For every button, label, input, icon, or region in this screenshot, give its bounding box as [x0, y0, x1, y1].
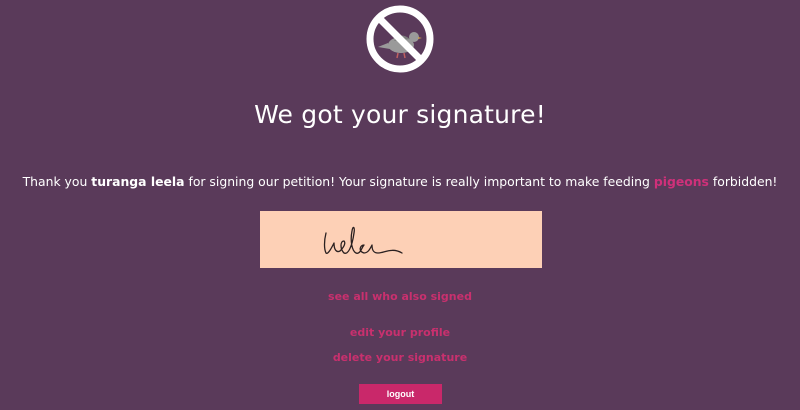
delete-signature-link[interactable]: delete your signature: [0, 351, 800, 364]
thanks-suffix: forbidden!: [708, 174, 778, 189]
logout-button[interactable]: logout: [359, 384, 442, 404]
pigeons-highlight: pigeons: [653, 174, 709, 189]
signer-name: turanga leela: [91, 174, 185, 189]
page-title: We got your signature!: [254, 100, 546, 129]
signature-drawing: [323, 226, 403, 254]
no-pigeon-logo: [364, 3, 436, 75]
thanks-middle: for signing our petition! Your signature…: [184, 174, 654, 189]
thanks-prefix: Thank you: [22, 174, 92, 189]
signature-image: [260, 211, 542, 268]
thank-you-message: Thank you turanga leela for signing our …: [0, 174, 800, 189]
no-pigeon-icon: [366, 5, 434, 73]
see-all-signers-link[interactable]: see all who also signed: [0, 290, 800, 303]
edit-profile-link[interactable]: edit your profile: [0, 326, 800, 339]
